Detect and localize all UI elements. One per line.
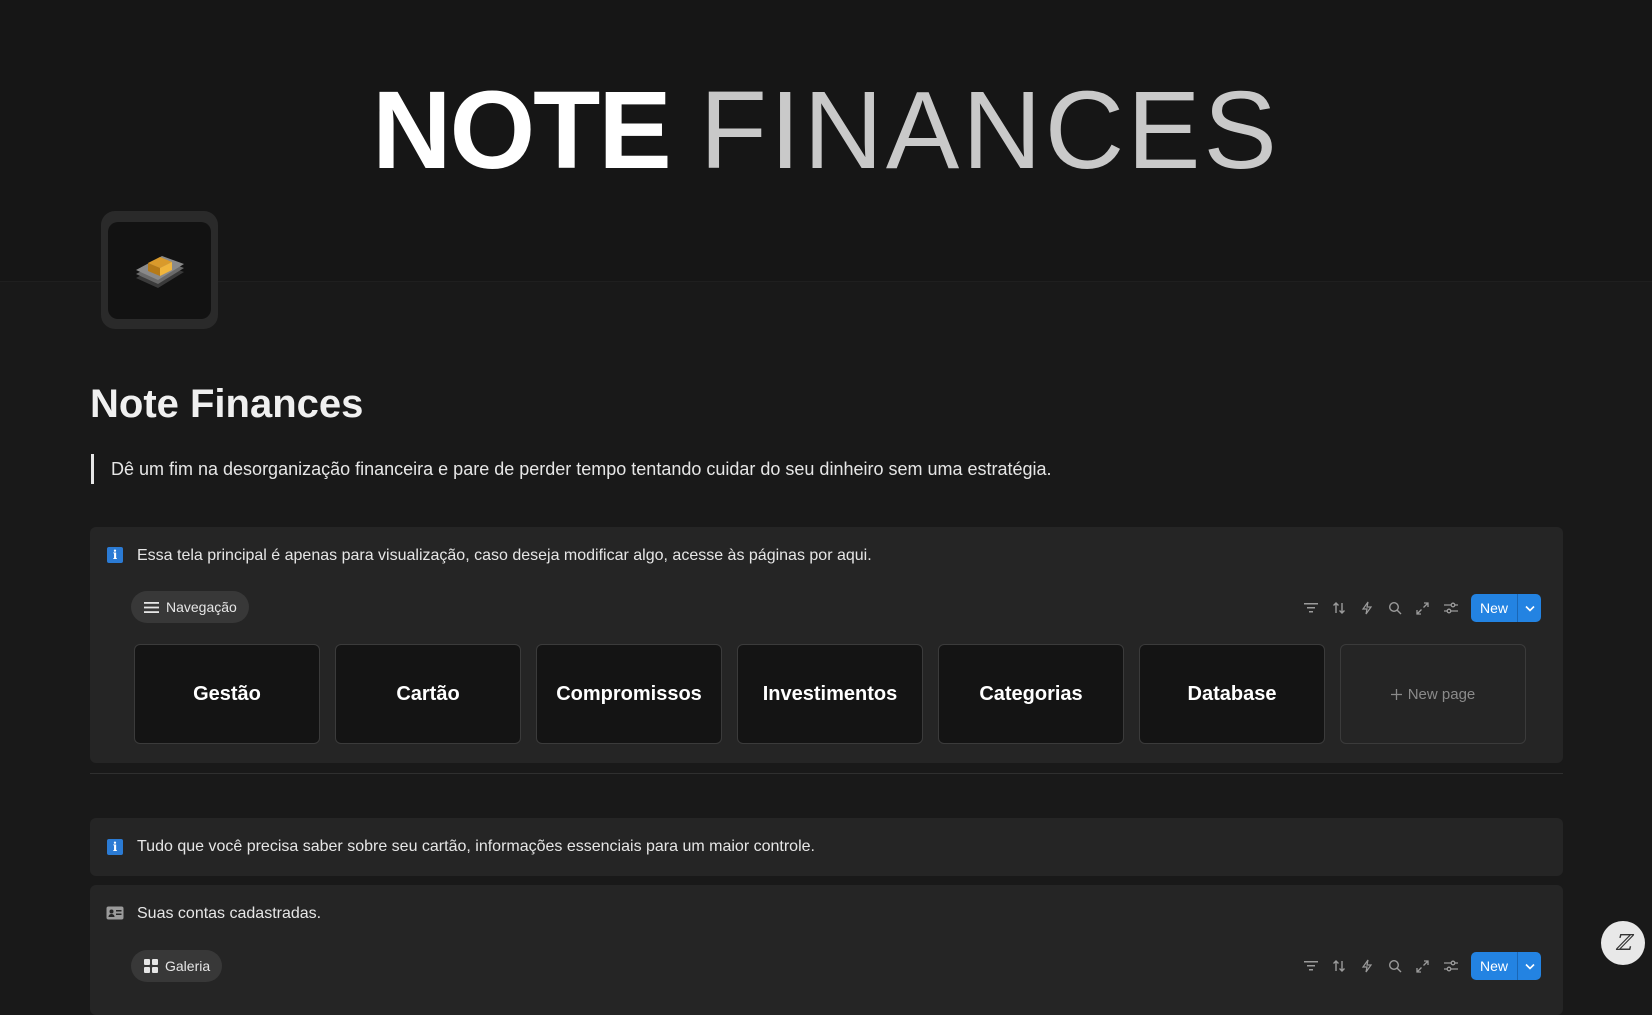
- card-compromissos[interactable]: Compromissos: [536, 644, 722, 744]
- new-button-group: New: [1470, 594, 1541, 622]
- page-icon[interactable]: [101, 211, 218, 329]
- card-cartao[interactable]: Cartão: [335, 644, 521, 744]
- assistant-face-icon: ℤ: [1614, 930, 1632, 956]
- view-tab-label: Navegação: [166, 599, 237, 615]
- cover-title-bold: NOTE: [372, 69, 672, 192]
- info-icon: i: [107, 839, 123, 855]
- card-investimentos[interactable]: Investimentos: [737, 644, 923, 744]
- navigation-callout: i Essa tela principal é apenas para visu…: [90, 527, 1563, 763]
- database-toolbar: New: [1297, 952, 1541, 980]
- sort-icon[interactable]: [1325, 594, 1353, 622]
- card-database[interactable]: Database: [1139, 644, 1325, 744]
- divider: [90, 773, 1563, 774]
- view-tab-galeria[interactable]: Galeria: [131, 950, 223, 982]
- navigation-callout-text[interactable]: Essa tela principal é apenas para visual…: [137, 547, 872, 565]
- card-info-callout: i Tudo que você precisa saber sobre seu …: [90, 818, 1563, 876]
- sort-icon[interactable]: [1325, 952, 1353, 980]
- new-button[interactable]: New: [1471, 952, 1517, 980]
- filter-icon[interactable]: [1297, 594, 1325, 622]
- expand-icon[interactable]: [1409, 952, 1437, 980]
- chevron-down-icon: [1524, 963, 1535, 970]
- search-icon[interactable]: [1381, 594, 1409, 622]
- lightning-icon[interactable]: [1353, 952, 1381, 980]
- page-title[interactable]: Note Finances: [90, 382, 363, 427]
- chevron-down-icon: [1524, 605, 1535, 612]
- view-tab-label: Galeria: [165, 958, 211, 974]
- expand-icon[interactable]: [1409, 594, 1437, 622]
- cover-title-light: FINANCES: [699, 69, 1280, 192]
- new-page-label: New page: [1407, 685, 1476, 703]
- filter-icon[interactable]: [1297, 952, 1325, 980]
- money-emoji-icon: [108, 221, 211, 319]
- card-categorias[interactable]: Categorias: [938, 644, 1124, 744]
- lightning-icon[interactable]: [1353, 594, 1381, 622]
- page-cover[interactable]: NOTE FINANCES: [0, 0, 1652, 282]
- new-dropdown-button[interactable]: [1517, 594, 1541, 622]
- cover-title: NOTE FINANCES: [0, 66, 1652, 196]
- settings-sliders-icon[interactable]: [1437, 594, 1465, 622]
- navigation-gallery: Gestão Cartão Compromissos Investimentos…: [134, 644, 1526, 744]
- accounts-callout: Suas contas cadastradas. Galeria New: [90, 885, 1563, 1015]
- accounts-callout-text[interactable]: Suas contas cadastradas.: [137, 905, 321, 923]
- new-button[interactable]: New: [1471, 594, 1517, 622]
- search-icon[interactable]: [1381, 952, 1409, 980]
- help-assistant-button[interactable]: ℤ: [1601, 921, 1645, 965]
- card-info-text[interactable]: Tudo que você precisa saber sobre seu ca…: [137, 838, 815, 856]
- contact-card-icon: [106, 906, 124, 920]
- new-page-card[interactable]: New page: [1340, 644, 1526, 744]
- card-gestao[interactable]: Gestão: [134, 644, 320, 744]
- settings-sliders-icon[interactable]: [1437, 952, 1465, 980]
- new-dropdown-button[interactable]: [1517, 952, 1541, 980]
- gallery-icon: [144, 959, 158, 973]
- view-tab-navegacao[interactable]: Navegação: [131, 591, 249, 623]
- database-toolbar: New: [1297, 594, 1541, 622]
- plus-icon: [1390, 688, 1402, 700]
- info-icon: i: [107, 547, 123, 563]
- page-quote[interactable]: Dê um fim na desorganização financeira e…: [91, 454, 1052, 484]
- new-button-group: New: [1470, 952, 1541, 980]
- list-icon: [144, 601, 159, 613]
